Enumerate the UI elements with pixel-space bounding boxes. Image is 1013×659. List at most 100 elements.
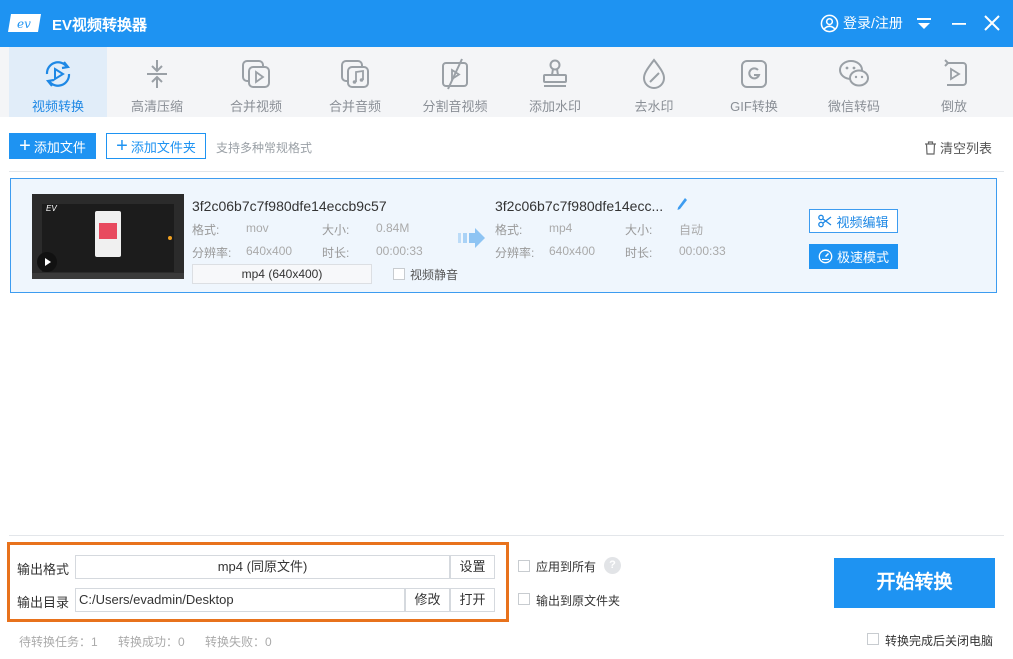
target-resolution-label: 分辨率: bbox=[495, 246, 535, 260]
shutdown-checkbox[interactable] bbox=[867, 633, 879, 645]
pending-count: 待转换任务：1 bbox=[19, 635, 98, 649]
tool-label: 去水印 bbox=[634, 99, 674, 114]
tool-label: GIF转换 bbox=[730, 99, 778, 114]
tool-split[interactable]: 分割音视频 bbox=[406, 47, 504, 117]
trash-icon bbox=[925, 140, 936, 155]
source-size-label: 大小: bbox=[322, 223, 350, 237]
output-dir-label: 输出目录 bbox=[17, 595, 70, 610]
convert-arrow-icon bbox=[458, 228, 485, 248]
tool-remove-watermark[interactable]: 去水印 bbox=[605, 47, 703, 117]
thumbnail-logo: EV bbox=[46, 204, 57, 213]
mute-label: 视频静音 bbox=[410, 268, 459, 282]
login-button[interactable]: 登录/注册 bbox=[820, 13, 903, 33]
tool-gif[interactable]: GIF转换 bbox=[705, 47, 803, 117]
play-icon[interactable] bbox=[37, 252, 57, 272]
speed-mode-label: 极速模式 bbox=[836, 250, 889, 265]
app-logo-icon: ev bbox=[8, 14, 41, 32]
close-icon[interactable] bbox=[983, 14, 1001, 32]
source-size: 0.84M bbox=[376, 221, 410, 235]
settings-button[interactable]: 设置 bbox=[450, 555, 495, 579]
tool-label: 合并音频 bbox=[328, 99, 381, 114]
target-resolution: 640x400 bbox=[549, 244, 596, 258]
start-convert-button[interactable]: 开始转换 bbox=[834, 558, 995, 608]
plus-icon: + bbox=[19, 135, 31, 157]
reverse-icon bbox=[944, 59, 967, 86]
tool-label: 倒放 bbox=[940, 99, 967, 114]
source-resolution-label: 分辨率: bbox=[192, 246, 232, 260]
target-size-label: 大小: bbox=[625, 223, 653, 237]
wechat-icon bbox=[839, 60, 869, 87]
remove-watermark-icon bbox=[642, 58, 666, 89]
open-button[interactable]: 打开 bbox=[450, 588, 495, 612]
gif-icon bbox=[741, 60, 767, 88]
speedometer-icon bbox=[818, 249, 833, 264]
source-resolution: 640x400 bbox=[246, 244, 293, 258]
tool-add-watermark[interactable]: 添加水印 bbox=[506, 47, 604, 117]
output-dir-field[interactable]: C:/Users/evadmin/Desktop bbox=[75, 588, 405, 612]
source-duration-label: 时长: bbox=[322, 246, 350, 260]
output-format-field[interactable]: mp4 (同原文件) bbox=[75, 555, 450, 579]
tool-label: 合并视频 bbox=[229, 99, 282, 114]
menu-icon[interactable] bbox=[915, 14, 933, 32]
help-icon[interactable]: ? bbox=[604, 557, 621, 574]
tool-wechat[interactable]: 微信转码 bbox=[805, 47, 903, 117]
login-label: 登录/注册 bbox=[843, 15, 903, 31]
source-file-name: 3f2c06b7c7f980dfe14eccb9c57 bbox=[192, 198, 387, 214]
target-file-name: 3f2c06b7c7f980dfe14ecc... bbox=[495, 198, 664, 214]
merge-audio-icon bbox=[341, 60, 369, 88]
target-size: 自动 bbox=[679, 223, 704, 237]
thumbnail-content bbox=[95, 211, 121, 257]
tool-merge-video[interactable]: 合并视频 bbox=[207, 47, 305, 117]
app-title: EV视频转换器 bbox=[52, 17, 148, 34]
tool-hd-compress[interactable]: 高清压缩 bbox=[108, 47, 206, 117]
divider bbox=[9, 535, 1004, 536]
target-duration-label: 时长: bbox=[625, 246, 653, 260]
add-folder-label: 添加文件夹 bbox=[130, 139, 196, 155]
target-duration: 00:00:33 bbox=[679, 244, 726, 258]
split-icon bbox=[442, 58, 468, 90]
mute-checkbox[interactable] bbox=[393, 268, 405, 280]
tool-label: 视频转换 bbox=[31, 99, 84, 114]
scissors-icon bbox=[818, 214, 832, 228]
apply-all-checkbox[interactable] bbox=[518, 560, 530, 572]
output-format-select[interactable]: mp4 (640x400) bbox=[192, 264, 372, 284]
supported-formats-text: 支持多种常规格式 bbox=[216, 141, 313, 155]
source-format: mov bbox=[246, 221, 269, 235]
thumbnail-dot bbox=[168, 236, 172, 240]
add-folder-button[interactable]: + 添加文件夹 bbox=[106, 133, 206, 159]
tool-reverse[interactable]: 倒放 bbox=[905, 47, 1003, 117]
apply-all-label: 应用到所有 bbox=[536, 560, 597, 574]
success-count: 转换成功：0 bbox=[118, 635, 185, 649]
plus-icon: + bbox=[116, 135, 128, 157]
clear-list-button[interactable]: 清空列表 bbox=[924, 138, 992, 157]
failed-count: 转换失败：0 bbox=[205, 635, 272, 649]
tool-label: 分割音视频 bbox=[422, 99, 488, 114]
watermark-icon bbox=[543, 59, 567, 87]
tool-video-convert[interactable]: 视频转换 bbox=[9, 47, 107, 117]
output-to-source-checkbox[interactable] bbox=[518, 593, 530, 605]
add-file-label: 添加文件 bbox=[33, 139, 86, 155]
add-file-button[interactable]: + 添加文件 bbox=[9, 133, 96, 159]
shutdown-label: 转换完成后关闭电脑 bbox=[885, 634, 994, 648]
tool-merge-audio[interactable]: 合并音频 bbox=[306, 47, 404, 117]
clear-list-label: 清空列表 bbox=[940, 141, 993, 156]
title-bar: ev EV视频转换器 登录/注册 bbox=[0, 0, 1013, 47]
compress-icon bbox=[147, 60, 167, 88]
svg-text:ev: ev bbox=[17, 17, 31, 31]
merge-video-icon bbox=[242, 60, 270, 88]
video-edit-button[interactable]: 视频编辑 bbox=[809, 209, 898, 233]
feature-toolbar: 视频转换 高清压缩 合并视频 合并音频 分割音视频 添加水印 去水印 GIF转换… bbox=[0, 47, 1013, 117]
tool-label: 微信转码 bbox=[827, 99, 880, 114]
rename-pen-icon[interactable] bbox=[676, 197, 688, 211]
file-list-item[interactable]: EV 3f2c06b7c7f980dfe14eccb9c57 格式: mov 大… bbox=[10, 178, 997, 293]
video-thumbnail[interactable]: EV bbox=[32, 194, 184, 279]
source-duration: 00:00:33 bbox=[376, 244, 423, 258]
source-format-label: 格式: bbox=[192, 223, 220, 237]
divider bbox=[9, 171, 1004, 172]
target-format: mp4 bbox=[549, 221, 573, 235]
minimize-icon[interactable] bbox=[950, 14, 968, 32]
output-format-label: 输出格式 bbox=[17, 562, 70, 577]
modify-button[interactable]: 修改 bbox=[405, 588, 450, 612]
tool-label: 添加水印 bbox=[528, 99, 581, 114]
speed-mode-button[interactable]: 极速模式 bbox=[809, 244, 898, 269]
